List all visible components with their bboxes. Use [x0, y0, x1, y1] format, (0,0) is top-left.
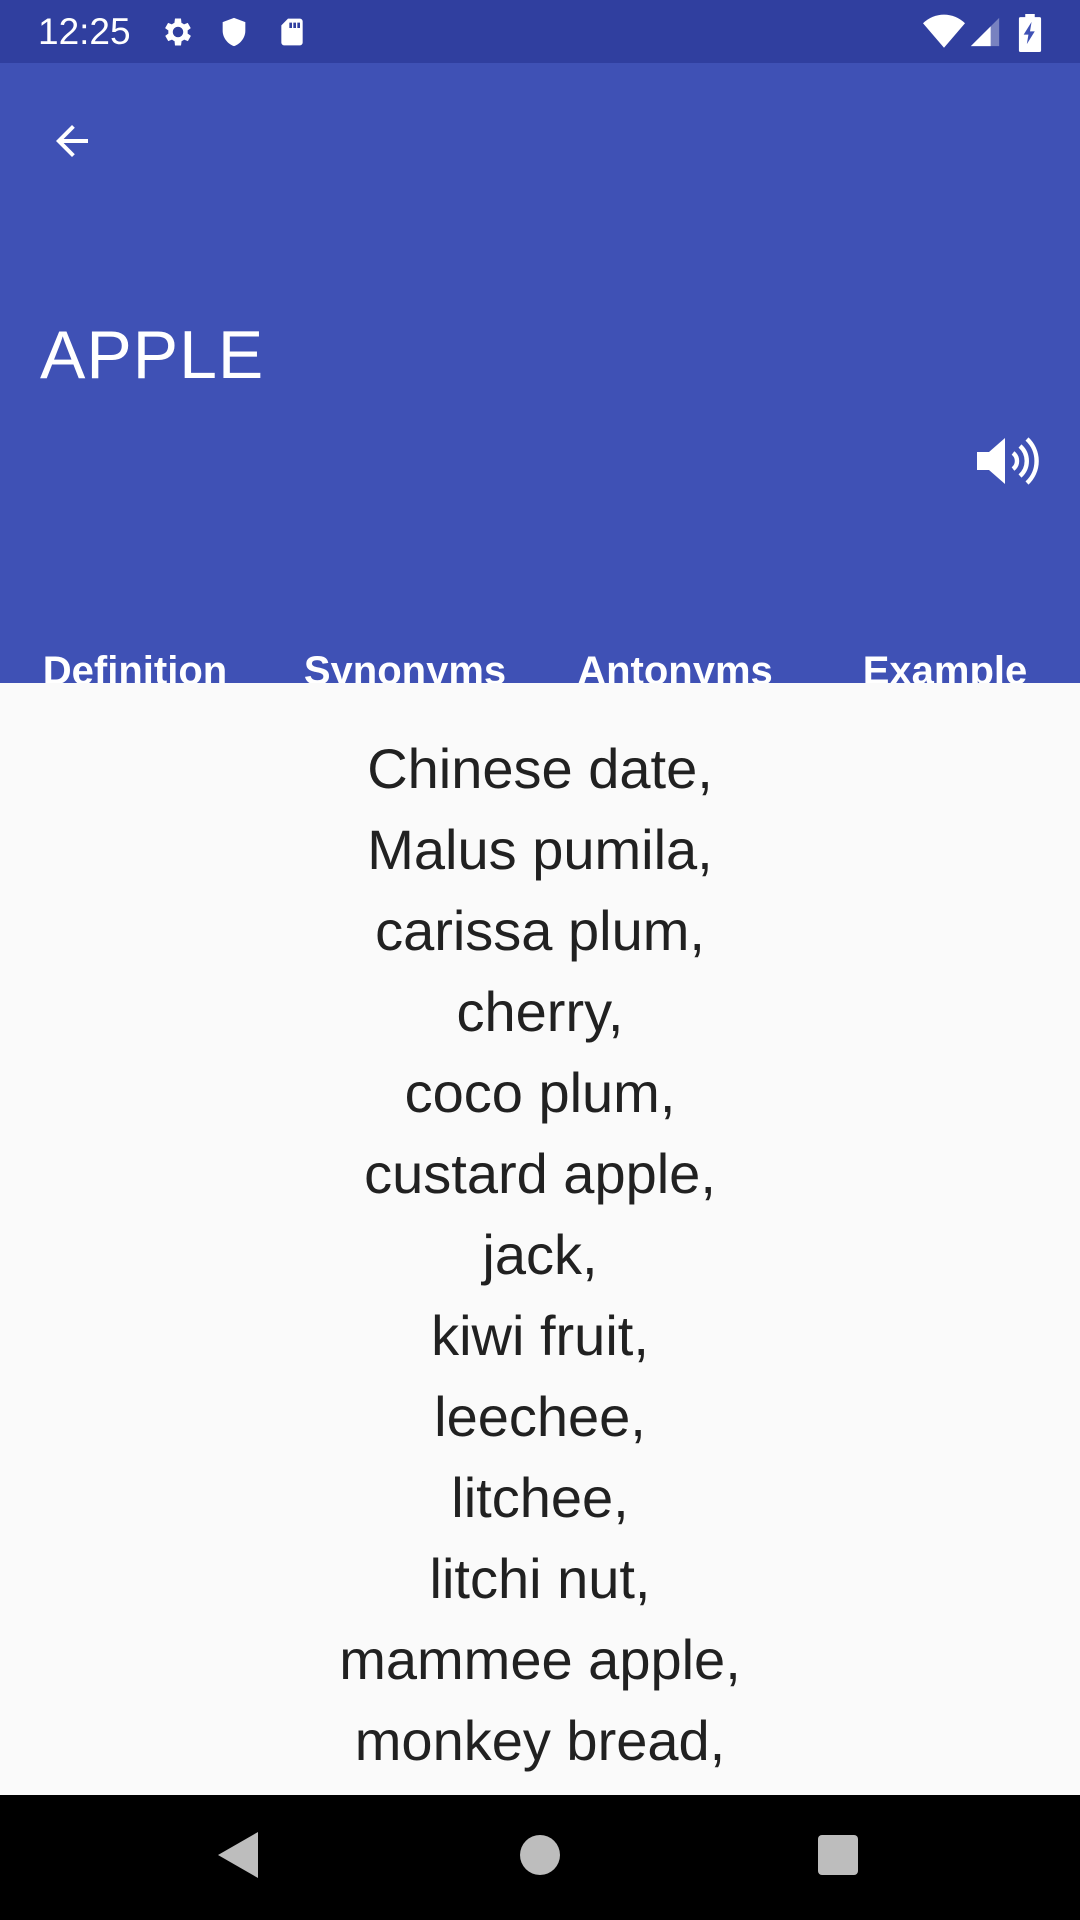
app-bar: APPLE Definition Synonyms Antonyms Examp… [0, 63, 1080, 746]
synonym-item: mammee apple, [339, 1628, 741, 1691]
synonym-item: Chinese date, [367, 737, 713, 800]
sd-card-icon [276, 14, 308, 55]
triangle-back-icon [216, 1830, 260, 1885]
circle-home-icon [520, 1834, 560, 1880]
wifi-icon [923, 14, 965, 55]
synonym-item: litchee, [451, 1466, 629, 1529]
synonym-list: Chinese date, Malus pumila, carissa plum… [0, 683, 1080, 1795]
synonym-item: litchi nut, [429, 1547, 651, 1610]
synonym-item: mulberry, [0, 1781, 1080, 1795]
nav-back-button[interactable] [198, 1817, 278, 1897]
synonym-item: Malus pumila, [367, 818, 713, 881]
synonym-item: kiwi fruit, [431, 1304, 649, 1367]
shield-icon [217, 14, 251, 55]
status-time: 12:25 [38, 11, 131, 52]
signal-icon [968, 14, 1002, 55]
battery-icon [1018, 14, 1042, 57]
synonym-item: jack, [482, 1223, 598, 1286]
back-button[interactable] [36, 107, 108, 179]
synonym-item: cherry, [456, 980, 624, 1043]
synonym-item: leechee, [434, 1385, 646, 1448]
arrow-left-icon [48, 117, 96, 170]
synonyms-panel[interactable]: Chinese date, Malus pumila, carissa plum… [0, 683, 1080, 1795]
status-bar: 12:25 [0, 0, 1080, 63]
synonym-item: monkey bread, [354, 1709, 726, 1772]
synonym-item: custard apple, [364, 1142, 716, 1205]
synonym-item: carissa plum, [375, 899, 705, 962]
nav-home-button[interactable] [500, 1817, 580, 1897]
volume-icon [975, 434, 1041, 493]
gear-icon [160, 14, 196, 55]
word-title: APPLE [40, 317, 265, 393]
pronounce-button[interactable] [968, 427, 1048, 499]
square-recents-icon [818, 1834, 858, 1880]
synonym-item: coco plum, [404, 1061, 676, 1124]
nav-recents-button[interactable] [798, 1817, 878, 1897]
system-nav-bar [0, 1795, 1080, 1920]
